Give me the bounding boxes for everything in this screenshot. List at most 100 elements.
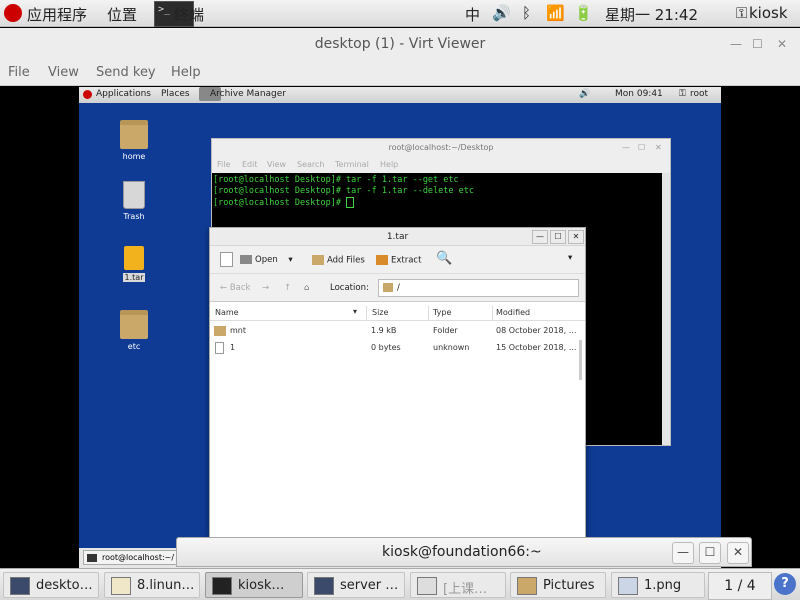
desktop-icon-home[interactable]: home <box>99 120 169 161</box>
window-title: desktop (1) - Virt Viewer <box>314 36 486 52</box>
terminal-close-button[interactable]: ✕ <box>655 139 662 157</box>
menu-view[interactable]: View <box>48 65 79 80</box>
up-arrow-icon[interactable]: ↑ <box>284 283 291 293</box>
virt-viewer-menubar: File View Send key Help <box>0 60 800 86</box>
clock[interactable]: 星期一 21:42 <box>605 4 698 25</box>
kiosk-maximize-button[interactable]: ☐ <box>699 542 721 564</box>
column-header-size[interactable]: Size <box>372 308 388 317</box>
search-icon[interactable]: 🔍 <box>436 251 452 266</box>
terminal-menu-help[interactable]: Help <box>380 160 398 169</box>
battery-icon[interactable]: 🔋 <box>574 4 593 22</box>
file-list-header: Name ▾ Size Type Modified <box>210 306 585 321</box>
folder-icon <box>517 577 537 595</box>
terminal-menu-view[interactable]: View <box>267 160 286 169</box>
task-class[interactable]: [上课… <box>410 572 506 598</box>
guest-redhat-logo-icon[interactable] <box>83 90 92 99</box>
task-label: kiosk… <box>238 578 285 593</box>
file-type: unknown <box>433 343 470 352</box>
host-taskbar: deskto… 8.linun… kiosk… server … [上课… Pi… <box>0 568 800 600</box>
desktop-icon-label: Trash <box>123 212 145 221</box>
terminal-menu-search[interactable]: Search <box>297 160 324 169</box>
archive-title: 1.tar <box>386 232 409 242</box>
task-label: [上课… <box>443 582 488 597</box>
desktop-icon-etc[interactable]: etc <box>99 310 169 351</box>
guest-top-bar: Applications Places Archive Manager 🔊 Mo… <box>79 87 721 103</box>
task-label: 8.linun… <box>137 578 195 593</box>
task-server[interactable]: server … <box>307 572 405 598</box>
file-modified: 15 October 2018, ... <box>496 343 577 352</box>
forward-arrow-icon[interactable]: → <box>262 283 269 293</box>
archive-scrollbar[interactable] <box>579 340 582 380</box>
location-input[interactable]: / <box>378 279 579 297</box>
file-size: 0 bytes <box>371 343 401 352</box>
open-button[interactable]: Open ▾ <box>240 255 293 265</box>
desktop-icon-1tar[interactable]: 1.tar <box>99 246 169 282</box>
virt-viewer-titlebar: desktop (1) - Virt Viewer — ☐ ✕ <box>0 28 800 60</box>
guest-clock[interactable]: Mon 09:41 <box>615 89 663 99</box>
terminal-menu-edit[interactable]: Edit <box>242 160 258 169</box>
column-header-type[interactable]: Type <box>433 308 451 317</box>
active-app-name[interactable]: 终端 <box>174 4 204 25</box>
input-method-indicator[interactable]: 中 <box>465 4 480 25</box>
desktop-icon-trash[interactable]: Trash <box>99 181 169 221</box>
terminal-title: root@localhost:~/Desktop <box>388 143 494 152</box>
volume-icon[interactable]: 🔊 <box>492 4 511 22</box>
close-button[interactable]: ✕ <box>777 28 787 60</box>
terminal-maximize-button[interactable]: ☐ <box>638 139 645 157</box>
menu-file[interactable]: File <box>8 65 30 80</box>
file-row[interactable]: 1 0 bytes unknown 15 October 2018, ... <box>210 340 585 357</box>
text-editor-icon <box>111 577 131 595</box>
archive-maximize-button[interactable]: ☐ <box>550 230 566 244</box>
archive-manager-window[interactable]: 1.tar — ☐ ✕ Open ▾ Add Files Extract 🔍 ▾… <box>209 227 586 539</box>
file-row[interactable]: mnt 1.9 kB Folder 08 October 2018, ... <box>210 323 585 340</box>
menu-help[interactable]: Help <box>171 65 201 80</box>
guest-user-menu[interactable]: root <box>690 89 708 99</box>
add-files-button[interactable]: Add Files <box>312 255 365 266</box>
menu-chevron-down-icon[interactable]: ▾ <box>568 253 572 263</box>
task-virt-viewer[interactable]: deskto… <box>3 572 99 598</box>
extract-button[interactable]: Extract <box>376 255 421 266</box>
help-icon[interactable]: ? <box>774 573 796 595</box>
kiosk-minimize-button[interactable]: — <box>672 542 694 564</box>
home-icon[interactable]: ⌂ <box>304 283 309 293</box>
menu-send-key[interactable]: Send key <box>96 65 156 80</box>
task-image-viewer[interactable]: 1.png <box>611 572 705 598</box>
guest-task-label: root@localhost:~/ <box>102 553 175 562</box>
terminal-menu-terminal[interactable]: Terminal <box>335 160 369 169</box>
guest-task-terminal[interactable]: root@localhost:~/ <box>83 550 178 565</box>
add-files-label: Add Files <box>327 255 365 266</box>
guest-app-name[interactable]: Archive Manager <box>210 89 286 99</box>
column-header-name[interactable]: Name <box>215 308 239 317</box>
workspace-indicator[interactable]: 1 / 4 <box>708 572 772 600</box>
applications-menu[interactable]: 应用程序 <box>27 4 87 25</box>
guest-volume-icon[interactable]: 🔊 <box>579 89 590 99</box>
virt-viewer-icon <box>10 577 30 595</box>
task-kiosk-terminal[interactable]: kiosk… <box>205 572 303 598</box>
open-dropdown-icon[interactable]: ▾ <box>288 255 292 265</box>
column-header-modified[interactable]: Modified <box>496 308 530 317</box>
archive-minimize-button[interactable]: — <box>532 230 548 244</box>
user-menu[interactable]: kiosk <box>749 4 788 22</box>
terminal-minimize-button[interactable]: — <box>622 139 630 157</box>
back-button[interactable]: ← Back <box>220 283 250 293</box>
bluetooth-icon[interactable]: ᛒ <box>522 4 531 22</box>
guest-applications-menu[interactable]: Applications <box>96 89 151 99</box>
kiosk-close-button[interactable]: ✕ <box>727 542 749 564</box>
guest-places-menu[interactable]: Places <box>161 89 190 99</box>
kiosk-terminal-window[interactable]: kiosk@foundation66:~ — ☐ ✕ <box>176 537 752 567</box>
task-editor[interactable]: 8.linun… <box>104 572 200 598</box>
task-pictures[interactable]: Pictures <box>510 572 606 598</box>
redhat-logo-icon[interactable] <box>4 4 22 22</box>
maximize-button[interactable]: ☐ <box>752 28 763 60</box>
new-archive-icon[interactable] <box>220 252 233 267</box>
host-top-bar: 应用程序 位置 >_ 终端 中 🔊 ᛒ 📶 🔋 星期一 21:42 ⚿ kios… <box>0 0 800 27</box>
sort-chevron-icon[interactable]: ▾ <box>353 307 357 316</box>
terminal-menu-file[interactable]: File <box>217 160 230 169</box>
terminal-scrollbar[interactable] <box>662 173 670 445</box>
wifi-icon[interactable]: 📶 <box>546 4 565 22</box>
minimize-button[interactable]: — <box>730 28 742 60</box>
file-size: 1.9 kB <box>371 326 397 335</box>
places-menu[interactable]: 位置 <box>107 4 137 25</box>
task-label: 1.png <box>644 578 682 593</box>
archive-close-button[interactable]: ✕ <box>568 230 584 244</box>
